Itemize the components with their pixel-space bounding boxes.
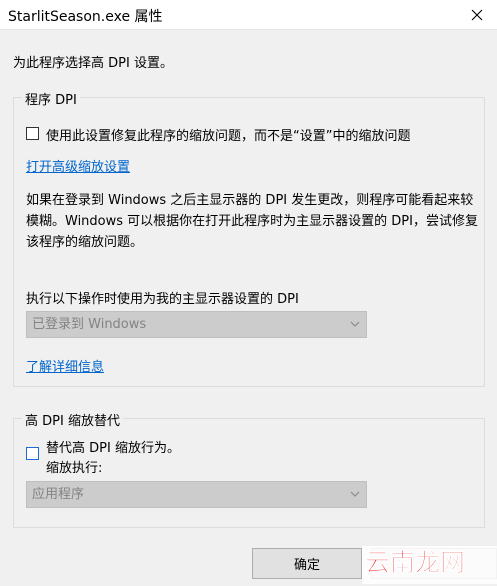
scaling-select: 应用程序 xyxy=(26,481,367,508)
intro-text: 为此程序选择高 DPI 设置。 xyxy=(13,56,173,71)
advanced-scaling-link[interactable]: 打开高级缩放设置 xyxy=(26,156,130,175)
override-dpi-label[interactable]: 使用此设置修复此程序的缩放问题，而不是“设置”中的缩放问题 xyxy=(46,125,410,144)
dpi-description: 如果在登录到 Windows 之后主显示器的 DPI 发生更改，则程序可能看起来… xyxy=(26,193,478,250)
scaling-performed-label: 缩放执行: xyxy=(46,461,103,476)
close-button[interactable] xyxy=(457,0,497,29)
ok-button[interactable]: 确定 xyxy=(252,548,362,579)
dpi-override-label[interactable]: 替代高 DPI 缩放行为。 xyxy=(46,437,180,456)
scaling-select-value: 应用程序 xyxy=(32,487,85,502)
close-icon xyxy=(471,9,483,20)
watermark-text: 云南龙网 xyxy=(365,548,465,577)
learn-more-link[interactable]: 了解详细信息 xyxy=(26,356,104,375)
dpi-timing-select: 已登录到 Windows xyxy=(26,311,367,338)
window-title: StarlitSeason.exe 属性 xyxy=(8,9,163,25)
program-dpi-legend: 程序 DPI xyxy=(22,89,80,108)
ok-button-label: 确定 xyxy=(293,558,320,573)
title-bar: StarlitSeason.exe 属性 xyxy=(0,0,497,30)
chevron-down-icon xyxy=(350,321,360,327)
dpi-override-checkbox[interactable] xyxy=(26,447,39,460)
dpi-select-label: 执行以下操作时使用为我的主显示器设置的 DPI xyxy=(26,292,299,307)
watermark-logo: 云南龙网 xyxy=(362,546,497,584)
dpi-override-legend: 高 DPI 缩放替代 xyxy=(22,410,123,429)
dpi-timing-select-value: 已登录到 Windows xyxy=(32,317,147,332)
override-dpi-checkbox[interactable] xyxy=(26,127,39,140)
chevron-down-icon xyxy=(350,491,360,497)
